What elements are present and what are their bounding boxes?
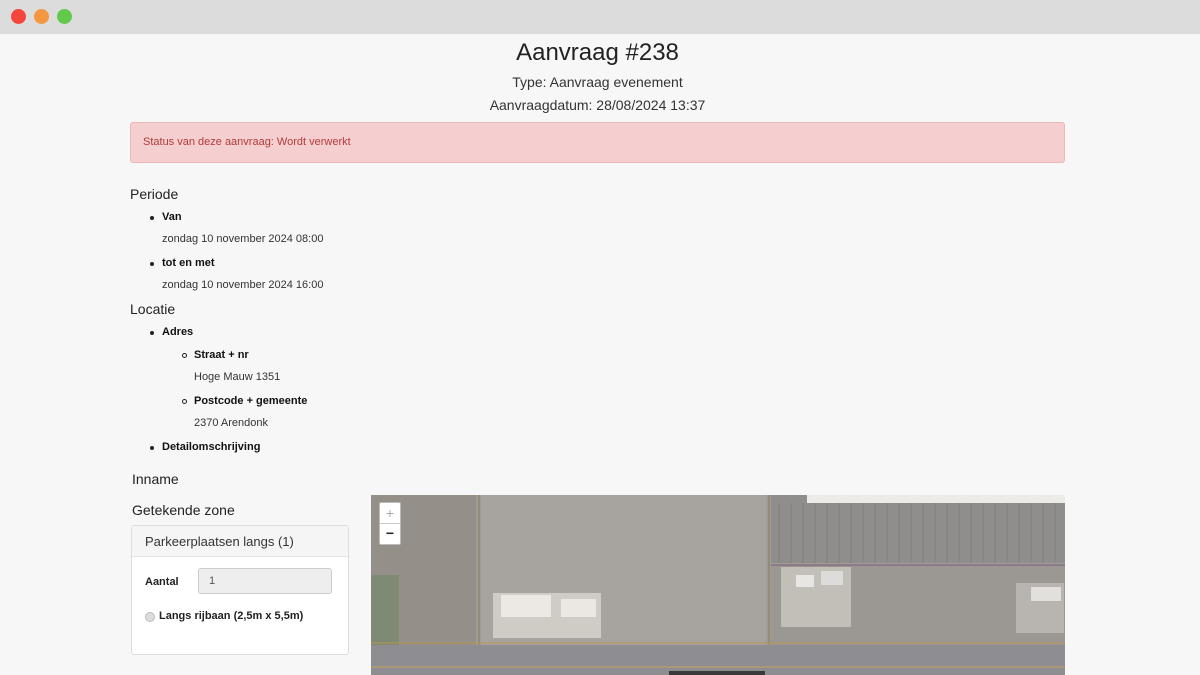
- window-titlebar: [0, 0, 1200, 34]
- status-text: Status van deze aanvraag: Wordt verwerkt: [143, 136, 351, 148]
- tot-label: tot en met: [162, 257, 215, 269]
- locatie-heading: Locatie: [130, 301, 176, 317]
- map-zoom-control: + −: [379, 502, 401, 545]
- van-label: Van: [162, 211, 182, 223]
- bullet-dot: [150, 262, 154, 266]
- aantal-field[interactable]: 1: [198, 568, 332, 594]
- tot-value: zondag 10 november 2024 16:00: [162, 279, 324, 291]
- straat-label: Straat + nr: [194, 349, 249, 361]
- maximize-window-button[interactable]: [57, 9, 72, 24]
- status-alert: Status van deze aanvraag: Wordt verwerkt: [130, 122, 1065, 163]
- van-value: zondag 10 november 2024 08:00: [162, 233, 324, 245]
- langs-rijbaan-radio[interactable]: [145, 612, 155, 622]
- close-window-button[interactable]: [11, 9, 26, 24]
- page-title: Aanvraag #238: [516, 39, 679, 66]
- postcode-value: 2370 Arendonk: [194, 417, 269, 429]
- request-date: Aanvraagdatum: 28/08/2024 13:37: [489, 97, 706, 113]
- langs-rijbaan-label: Langs rijbaan (2,5m x 5,5m): [159, 610, 304, 622]
- zoom-in-button[interactable]: +: [380, 503, 400, 524]
- minimize-window-button[interactable]: [34, 9, 49, 24]
- bullet-dot: [150, 446, 154, 450]
- request-type: Type: Aanvraag evenement: [512, 74, 683, 90]
- zone-panel: Parkeerplaatsen langs (1) Aantal 1 Langs…: [131, 525, 349, 655]
- circle-bullet: [182, 353, 187, 358]
- aantal-label: Aantal: [145, 576, 179, 588]
- postcode-label: Postcode + gemeente: [194, 395, 308, 407]
- request-page: Aanvraag #238 Type: Aanvraag evenement A…: [0, 34, 1200, 675]
- bullet-dot: [150, 216, 154, 220]
- inname-heading: Inname: [132, 471, 179, 487]
- zone-panel-title: Parkeerplaatsen langs (1): [145, 534, 294, 549]
- aerial-map-image: [371, 495, 1065, 675]
- periode-heading: Periode: [130, 186, 179, 202]
- zone-panel-header: Parkeerplaatsen langs (1): [132, 526, 348, 557]
- detail-label: Detailomschrijving: [162, 441, 261, 453]
- bullet-dot: [150, 331, 154, 335]
- zoom-out-button[interactable]: −: [380, 523, 400, 543]
- map-view[interactable]: + −: [371, 495, 1065, 675]
- circle-bullet: [182, 399, 187, 404]
- zone-heading: Getekende zone: [132, 502, 235, 518]
- adres-label: Adres: [162, 326, 194, 338]
- straat-value: Hoge Mauw 1351: [194, 371, 281, 383]
